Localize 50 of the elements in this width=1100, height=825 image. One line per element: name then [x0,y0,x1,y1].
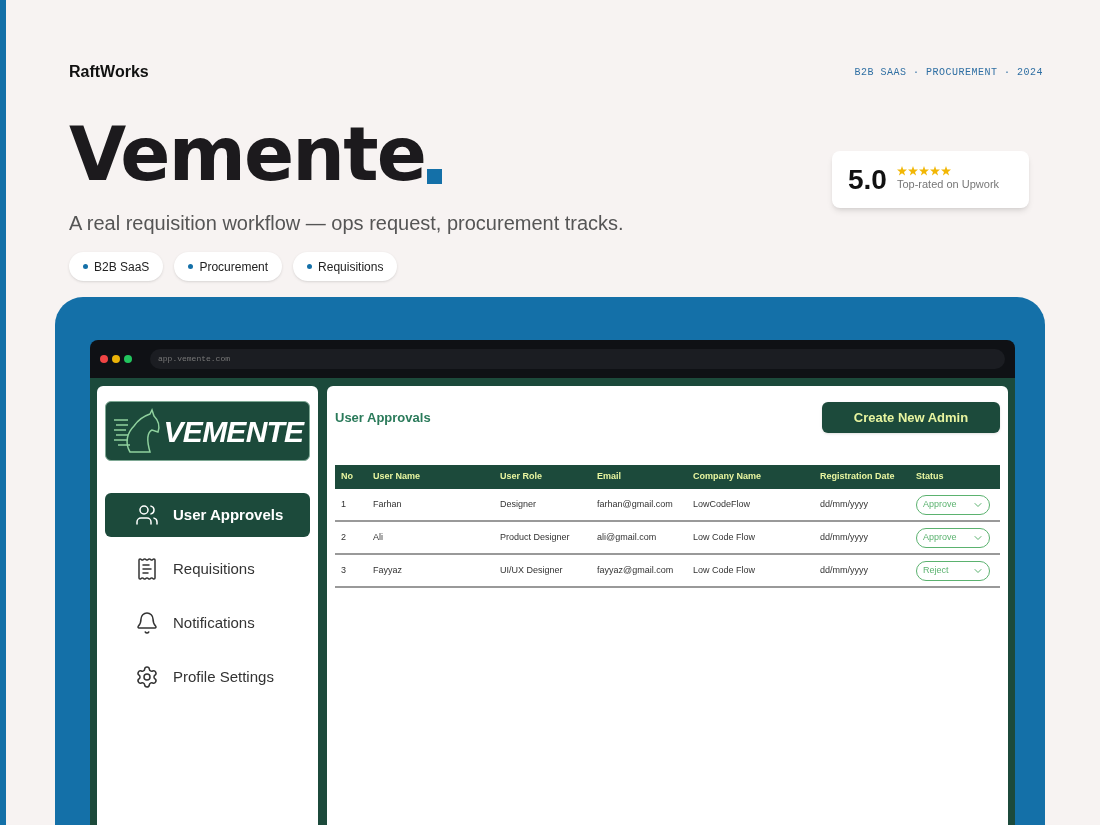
table-cell-text: dd/mm/yyyy [819,497,869,511]
table-cell-text: fayyaz@gmail.com [596,563,675,577]
table-cell-text: Product Designer [499,530,571,544]
tag-chip: Requisitions [293,252,398,281]
address-bar[interactable]: app.vemente.com [150,349,1005,369]
logo-text: VEMENTE [163,413,304,450]
star-icon [929,166,940,177]
brand-name: RaftWorks [69,62,149,82]
column-header: Email [596,470,622,484]
tagline: A real requisition workflow — ops request, procurement tracks. [69,211,624,236]
page-title: User Approvals [335,408,431,427]
receipt-icon [135,557,159,581]
star-icon [918,166,929,177]
table-cell-text: dd/mm/yyyy [819,530,869,544]
project-meta: B2B SAAS · PROCUREMENT · 2024 [854,65,1043,80]
table-cell-text: LowCodeFlow [692,497,752,511]
star-icon [896,166,907,177]
table-cell-text: dd/mm/yyyy [819,563,869,577]
star-icon [907,166,918,177]
table-cell-text: Low Code Flow [692,563,757,577]
column-header: Company Name [692,470,763,484]
table-cell-text: 3 [340,563,347,577]
column-header: No [340,470,354,484]
column-header: Status [915,470,945,484]
table-cell-text: 1 [340,497,347,511]
table-cell-text: farhan@gmail.com [596,497,674,511]
table-cell-text: Ali [372,530,384,544]
tag-chip: Procurement [174,252,283,281]
column-header: User Name [372,470,422,484]
table-cell-text: Farhan [372,497,403,511]
gear-icon [135,665,159,689]
table-cell-text: Designer [499,497,538,511]
star-icon [940,166,951,177]
rating-caption: Top-rated on Upwork [896,177,1000,193]
table-cell-text: ali@gmail.com [596,530,658,544]
create-admin-button[interactable]: Create New Admin [822,402,1000,433]
horse-logo-icon [111,408,162,454]
rating-score: 5.0 [848,162,887,197]
table-cell-text: 2 [340,530,347,544]
table-cell-text: Fayyaz [372,563,403,577]
table-cell-text: Low Code Flow [692,530,757,544]
column-header: User Role [499,470,544,484]
users-icon [135,503,159,527]
title-square-mark [427,169,442,184]
table-cell-text: UI/UX Designer [499,563,564,577]
bell-icon [135,611,159,635]
tag-chip: B2B SaaS [69,252,164,281]
project-title: Vemente [69,122,425,186]
column-header: Registration Date [819,470,896,484]
nav-item[interactable]: User Approvels [105,493,310,537]
